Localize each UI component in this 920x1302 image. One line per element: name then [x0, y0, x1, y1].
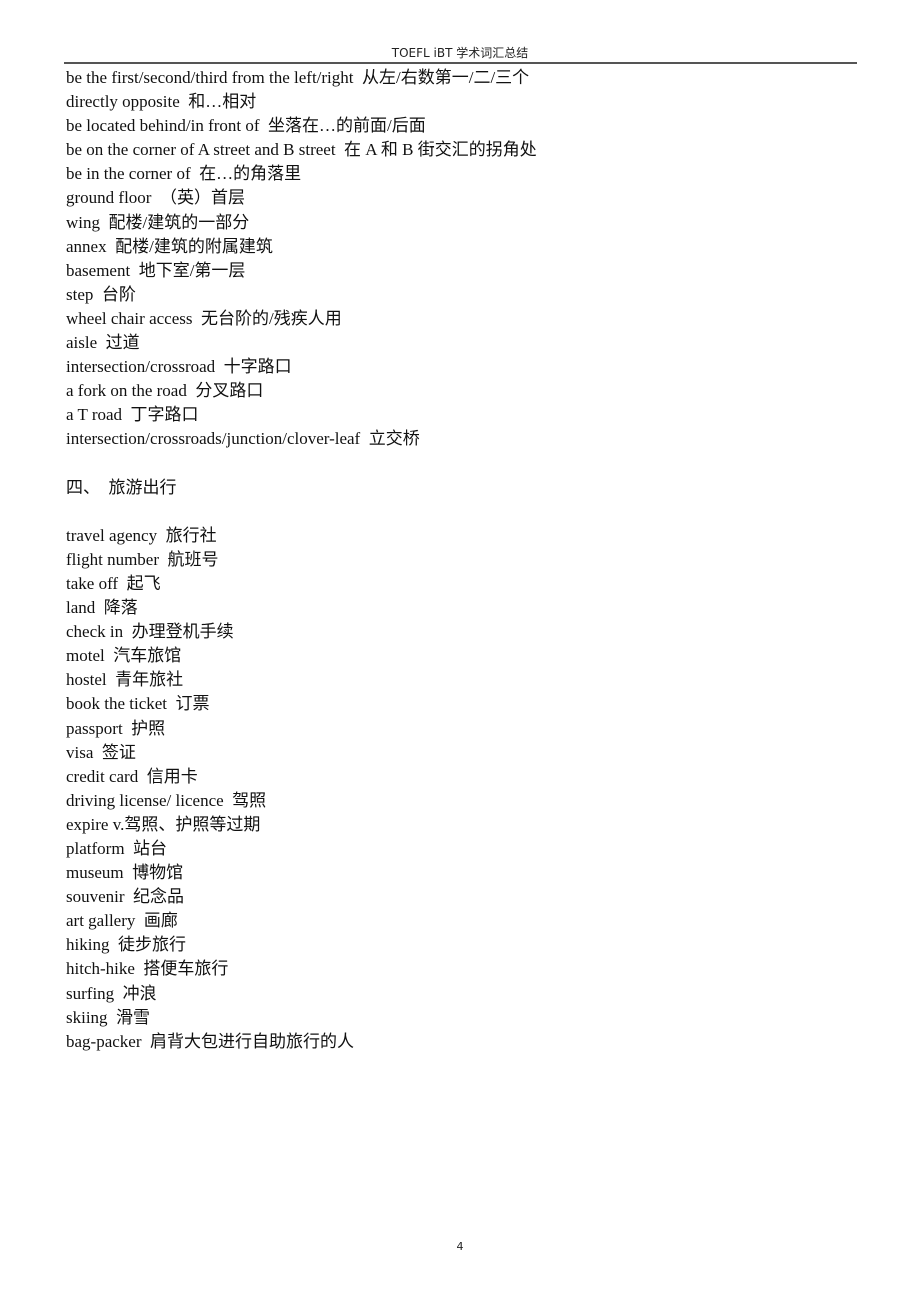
- vocab-entry: take off 起飞: [66, 573, 161, 593]
- vocab-entry: wing 配楼/建筑的一部分: [66, 212, 250, 232]
- travel-vocabulary-list: travel agency 旅行社 flight number 航班号 take o…: [66, 524, 856, 1054]
- vocab-entry: credit card 信用卡: [66, 766, 198, 786]
- vocab-entry: be located behind/in front of 坐落在…的前面/后面: [66, 116, 426, 136]
- vocab-entry: art gallery 画廊: [66, 911, 178, 931]
- running-header: TOEFL iBT 学术词汇总结: [391, 46, 529, 60]
- vocab-entry: hiking 徒步旅行: [66, 935, 186, 955]
- vocab-entry: hostel 青年旅社: [66, 670, 184, 690]
- vocab-entry: museum 博物馆: [66, 863, 184, 883]
- vocab-entry: wheel chair access 无台阶的/残疾人用: [66, 308, 342, 328]
- page-content: be the first/second/third from the left/…: [66, 66, 856, 1054]
- vocab-entry: ground floor （英）首层: [66, 188, 245, 208]
- vocab-entry: intersection/crossroad 十字路口: [66, 357, 292, 377]
- vocab-entry: a T road 丁字路口: [66, 405, 199, 425]
- vocab-entry: bag-packer 肩背大包进行自助旅行的人: [66, 1031, 355, 1051]
- vocab-entry: a fork on the road 分叉路口: [66, 381, 264, 401]
- vocab-entry: book the ticket 订票: [66, 694, 210, 714]
- vocab-entry: directly opposite 和…相对: [66, 92, 257, 112]
- page-number: 4: [456, 1240, 464, 1253]
- vocab-entry: surfing 冲浪: [66, 983, 157, 1003]
- vocab-entry: step 台阶: [66, 284, 136, 304]
- location-vocabulary-list: be the first/second/third from the left/…: [66, 66, 856, 452]
- vocab-entry: be in the corner of 在…的角落里: [66, 164, 302, 184]
- vocab-entry: motel 汽车旅馆: [66, 646, 182, 666]
- document-page: TOEFL iBT 学术词汇总结 be the first/second/thi…: [0, 0, 920, 1302]
- vocab-entry: hitch-hike 搭便车旅行: [66, 959, 229, 979]
- vocab-entry: driving license/ licence 驾照: [66, 790, 267, 810]
- vocab-entry: intersection/crossroads/junction/clover-…: [66, 429, 420, 449]
- vocab-entry: visa 签证: [66, 742, 136, 762]
- vocab-entry: be on the corner of A street and B stree…: [66, 140, 537, 160]
- vocab-entry: platform 站台: [66, 839, 168, 858]
- vocab-entry: travel agency 旅行社: [66, 525, 217, 545]
- section-heading-travel: 四、 旅游出行: [66, 477, 177, 497]
- vocab-entry: passport 护照: [66, 718, 166, 738]
- vocab-entry: souvenir 纪念品: [66, 887, 185, 907]
- vocab-entry: skiing 滑雪: [66, 1007, 151, 1027]
- vocab-entry: flight number 航班号: [66, 549, 219, 569]
- vocab-entry: expire v.驾照、护照等过期: [66, 814, 261, 834]
- vocab-entry: check in 办理登机手续: [66, 622, 234, 642]
- vocab-entry: annex 配楼/建筑的附属建筑: [66, 236, 273, 256]
- vocab-entry: basement 地下室/第一层: [66, 260, 246, 280]
- vocab-entry: be the first/second/third from the left/…: [66, 68, 530, 87]
- vocab-entry: land 降落: [66, 598, 138, 618]
- header-rule: [64, 62, 857, 64]
- vocab-entry: aisle 过道: [66, 333, 140, 353]
